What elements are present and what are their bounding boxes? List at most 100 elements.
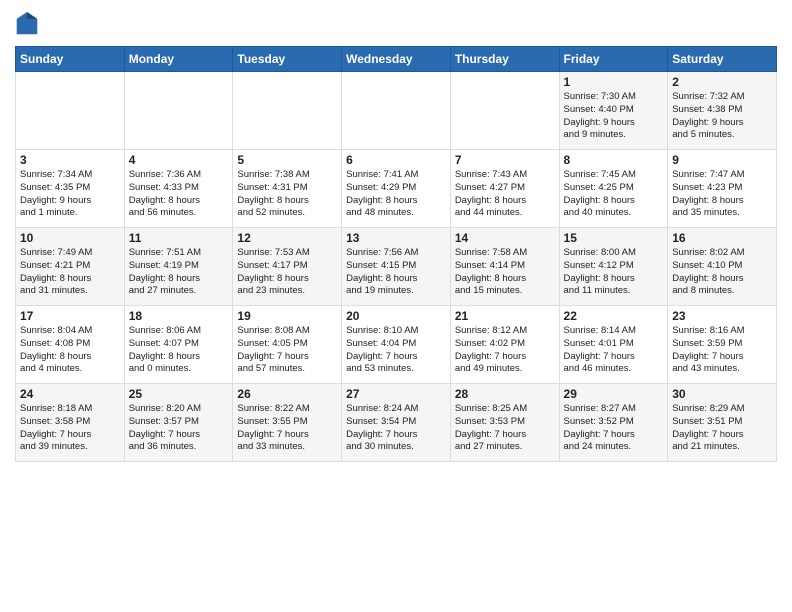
logo: [15, 10, 43, 38]
day-info-line: and 0 minutes.: [129, 363, 229, 376]
day-info-line: Daylight: 7 hours: [20, 429, 120, 442]
day-info-line: Daylight: 7 hours: [672, 429, 772, 442]
day-info-line: Sunrise: 8:29 AM: [672, 403, 772, 416]
day-info-line: Sunset: 4:15 PM: [346, 260, 446, 273]
day-info-line: and 19 minutes.: [346, 285, 446, 298]
calendar-cell: 25Sunrise: 8:20 AMSunset: 3:57 PMDayligh…: [124, 384, 233, 462]
day-info-line: Sunrise: 8:27 AM: [564, 403, 664, 416]
day-info-line: Sunset: 3:58 PM: [20, 416, 120, 429]
day-info-line: Daylight: 8 hours: [237, 273, 337, 286]
calendar-cell: 20Sunrise: 8:10 AMSunset: 4:04 PMDayligh…: [342, 306, 451, 384]
day-info-line: Sunrise: 7:30 AM: [564, 91, 664, 104]
day-info-line: and 40 minutes.: [564, 207, 664, 220]
day-info-line: and 49 minutes.: [455, 363, 555, 376]
day-info-line: Sunrise: 7:51 AM: [129, 247, 229, 260]
day-number: 4: [129, 153, 229, 167]
day-info-line: Sunset: 4:05 PM: [237, 338, 337, 351]
day-info-line: and 1 minute.: [20, 207, 120, 220]
day-info-line: and 31 minutes.: [20, 285, 120, 298]
calendar-cell: 12Sunrise: 7:53 AMSunset: 4:17 PMDayligh…: [233, 228, 342, 306]
day-info-line: Daylight: 8 hours: [672, 195, 772, 208]
day-info-line: Sunset: 4:35 PM: [20, 182, 120, 195]
day-info-line: Sunrise: 7:58 AM: [455, 247, 555, 260]
day-info-line: Daylight: 7 hours: [672, 351, 772, 364]
calendar-cell: 24 Sunrise: 8:18 AMSunset: 3:58 PMDayligh…: [16, 384, 125, 462]
day-info-line: Daylight: 7 hours: [129, 429, 229, 442]
calendar-cell: 6Sunrise: 7:41 AMSunset: 4:29 PMDaylight…: [342, 150, 451, 228]
day-header: Wednesday: [342, 47, 451, 72]
day-info-line: Daylight: 8 hours: [346, 273, 446, 286]
calendar-cell: 29Sunrise: 8:27 AMSunset: 3:52 PMDayligh…: [559, 384, 668, 462]
day-number: 21: [455, 309, 555, 323]
day-header: Thursday: [450, 47, 559, 72]
day-info-line: Daylight: 8 hours: [455, 273, 555, 286]
calendar-week: 17Sunrise: 8:04 AMSunset: 4:08 PMDayligh…: [16, 306, 777, 384]
calendar-cell: 4Sunrise: 7:36 AMSunset: 4:33 PMDaylight…: [124, 150, 233, 228]
day-info-line: Daylight: 8 hours: [129, 273, 229, 286]
day-info-line: and 39 minutes.: [20, 441, 120, 454]
day-info-line: Sunrise: 8:06 AM: [129, 325, 229, 338]
calendar-header: SundayMondayTuesdayWednesdayThursdayFrid…: [16, 47, 777, 72]
day-number: 5: [237, 153, 337, 167]
day-info-line: and 11 minutes.: [564, 285, 664, 298]
day-info-line: Sunset: 3:53 PM: [455, 416, 555, 429]
day-info-line: and 46 minutes.: [564, 363, 664, 376]
day-info-line: Sunset: 4:38 PM: [672, 104, 772, 117]
day-info-line: and 44 minutes.: [455, 207, 555, 220]
day-number: 25: [129, 387, 229, 401]
calendar-cell: 16Sunrise: 8:02 AMSunset: 4:10 PMDayligh…: [668, 228, 777, 306]
day-info-line: Sunrise: 8:02 AM: [672, 247, 772, 260]
calendar-cell: 21Sunrise: 8:12 AMSunset: 4:02 PMDayligh…: [450, 306, 559, 384]
day-info-line: Daylight: 8 hours: [564, 195, 664, 208]
day-info-line: Sunset: 4:07 PM: [129, 338, 229, 351]
day-number: 2: [672, 75, 772, 89]
day-info-line: Daylight: 9 hours: [20, 195, 120, 208]
day-number: 30: [672, 387, 772, 401]
day-info-line: and 33 minutes.: [237, 441, 337, 454]
day-info-line: and 4 minutes.: [20, 363, 120, 376]
day-number: 7: [455, 153, 555, 167]
day-info-line: Daylight: 8 hours: [129, 351, 229, 364]
calendar-cell: 5Sunrise: 7:38 AMSunset: 4:31 PMDaylight…: [233, 150, 342, 228]
day-number: 3: [20, 153, 120, 167]
day-number: 1: [564, 75, 664, 89]
day-info-line: and 56 minutes.: [129, 207, 229, 220]
day-header: Tuesday: [233, 47, 342, 72]
calendar-cell: 17Sunrise: 8:04 AMSunset: 4:08 PMDayligh…: [16, 306, 125, 384]
day-info-line: Sunset: 4:02 PM: [455, 338, 555, 351]
day-info-line: and 27 minutes.: [455, 441, 555, 454]
header: [15, 10, 777, 38]
calendar-week: 3Sunrise: 7:34 AMSunset: 4:35 PMDaylight…: [16, 150, 777, 228]
calendar-cell: 9Sunrise: 7:47 AMSunset: 4:23 PMDaylight…: [668, 150, 777, 228]
day-info-line: Sunrise: 8:22 AM: [237, 403, 337, 416]
day-number: 18: [129, 309, 229, 323]
day-info-line: Sunset: 4:31 PM: [237, 182, 337, 195]
calendar-cell: [450, 72, 559, 150]
day-info-line: Sunrise: 7:49 AM: [20, 247, 120, 260]
day-info-line: Daylight: 9 hours: [672, 117, 772, 130]
calendar-week: 1Sunrise: 7:30 AMSunset: 4:40 PMDaylight…: [16, 72, 777, 150]
calendar-cell: 11Sunrise: 7:51 AMSunset: 4:19 PMDayligh…: [124, 228, 233, 306]
day-info-line: Sunset: 4:23 PM: [672, 182, 772, 195]
day-number: 6: [346, 153, 446, 167]
day-number: 24: [20, 387, 120, 401]
day-header: Monday: [124, 47, 233, 72]
day-info-line: Sunset: 3:54 PM: [346, 416, 446, 429]
day-info-line: Sunset: 3:51 PM: [672, 416, 772, 429]
day-number: 17: [20, 309, 120, 323]
day-info-line: and 8 minutes.: [672, 285, 772, 298]
day-info-line: Sunrise: 7:38 AM: [237, 169, 337, 182]
calendar-cell: 2Sunrise: 7:32 AMSunset: 4:38 PMDaylight…: [668, 72, 777, 150]
day-info-line: Sunrise: 8:18 AM: [20, 403, 120, 416]
day-info-line: and 27 minutes.: [129, 285, 229, 298]
day-number: 27: [346, 387, 446, 401]
day-number: 29: [564, 387, 664, 401]
calendar-week: 24Sunrise: 8:18 AMSunset: 3:58 PMDayligh…: [16, 384, 777, 462]
day-info-line: and 21 minutes.: [672, 441, 772, 454]
day-info-line: and 5 minutes.: [672, 129, 772, 142]
day-info-line: Sunset: 4:01 PM: [564, 338, 664, 351]
calendar-cell: 10Sunrise: 7:49 AMSunset: 4:21 PMDayligh…: [16, 228, 125, 306]
day-info-line: and 24 minutes.: [564, 441, 664, 454]
calendar-week: 10Sunrise: 7:49 AMSunset: 4:21 PMDayligh…: [16, 228, 777, 306]
day-info-line: Daylight: 8 hours: [672, 273, 772, 286]
